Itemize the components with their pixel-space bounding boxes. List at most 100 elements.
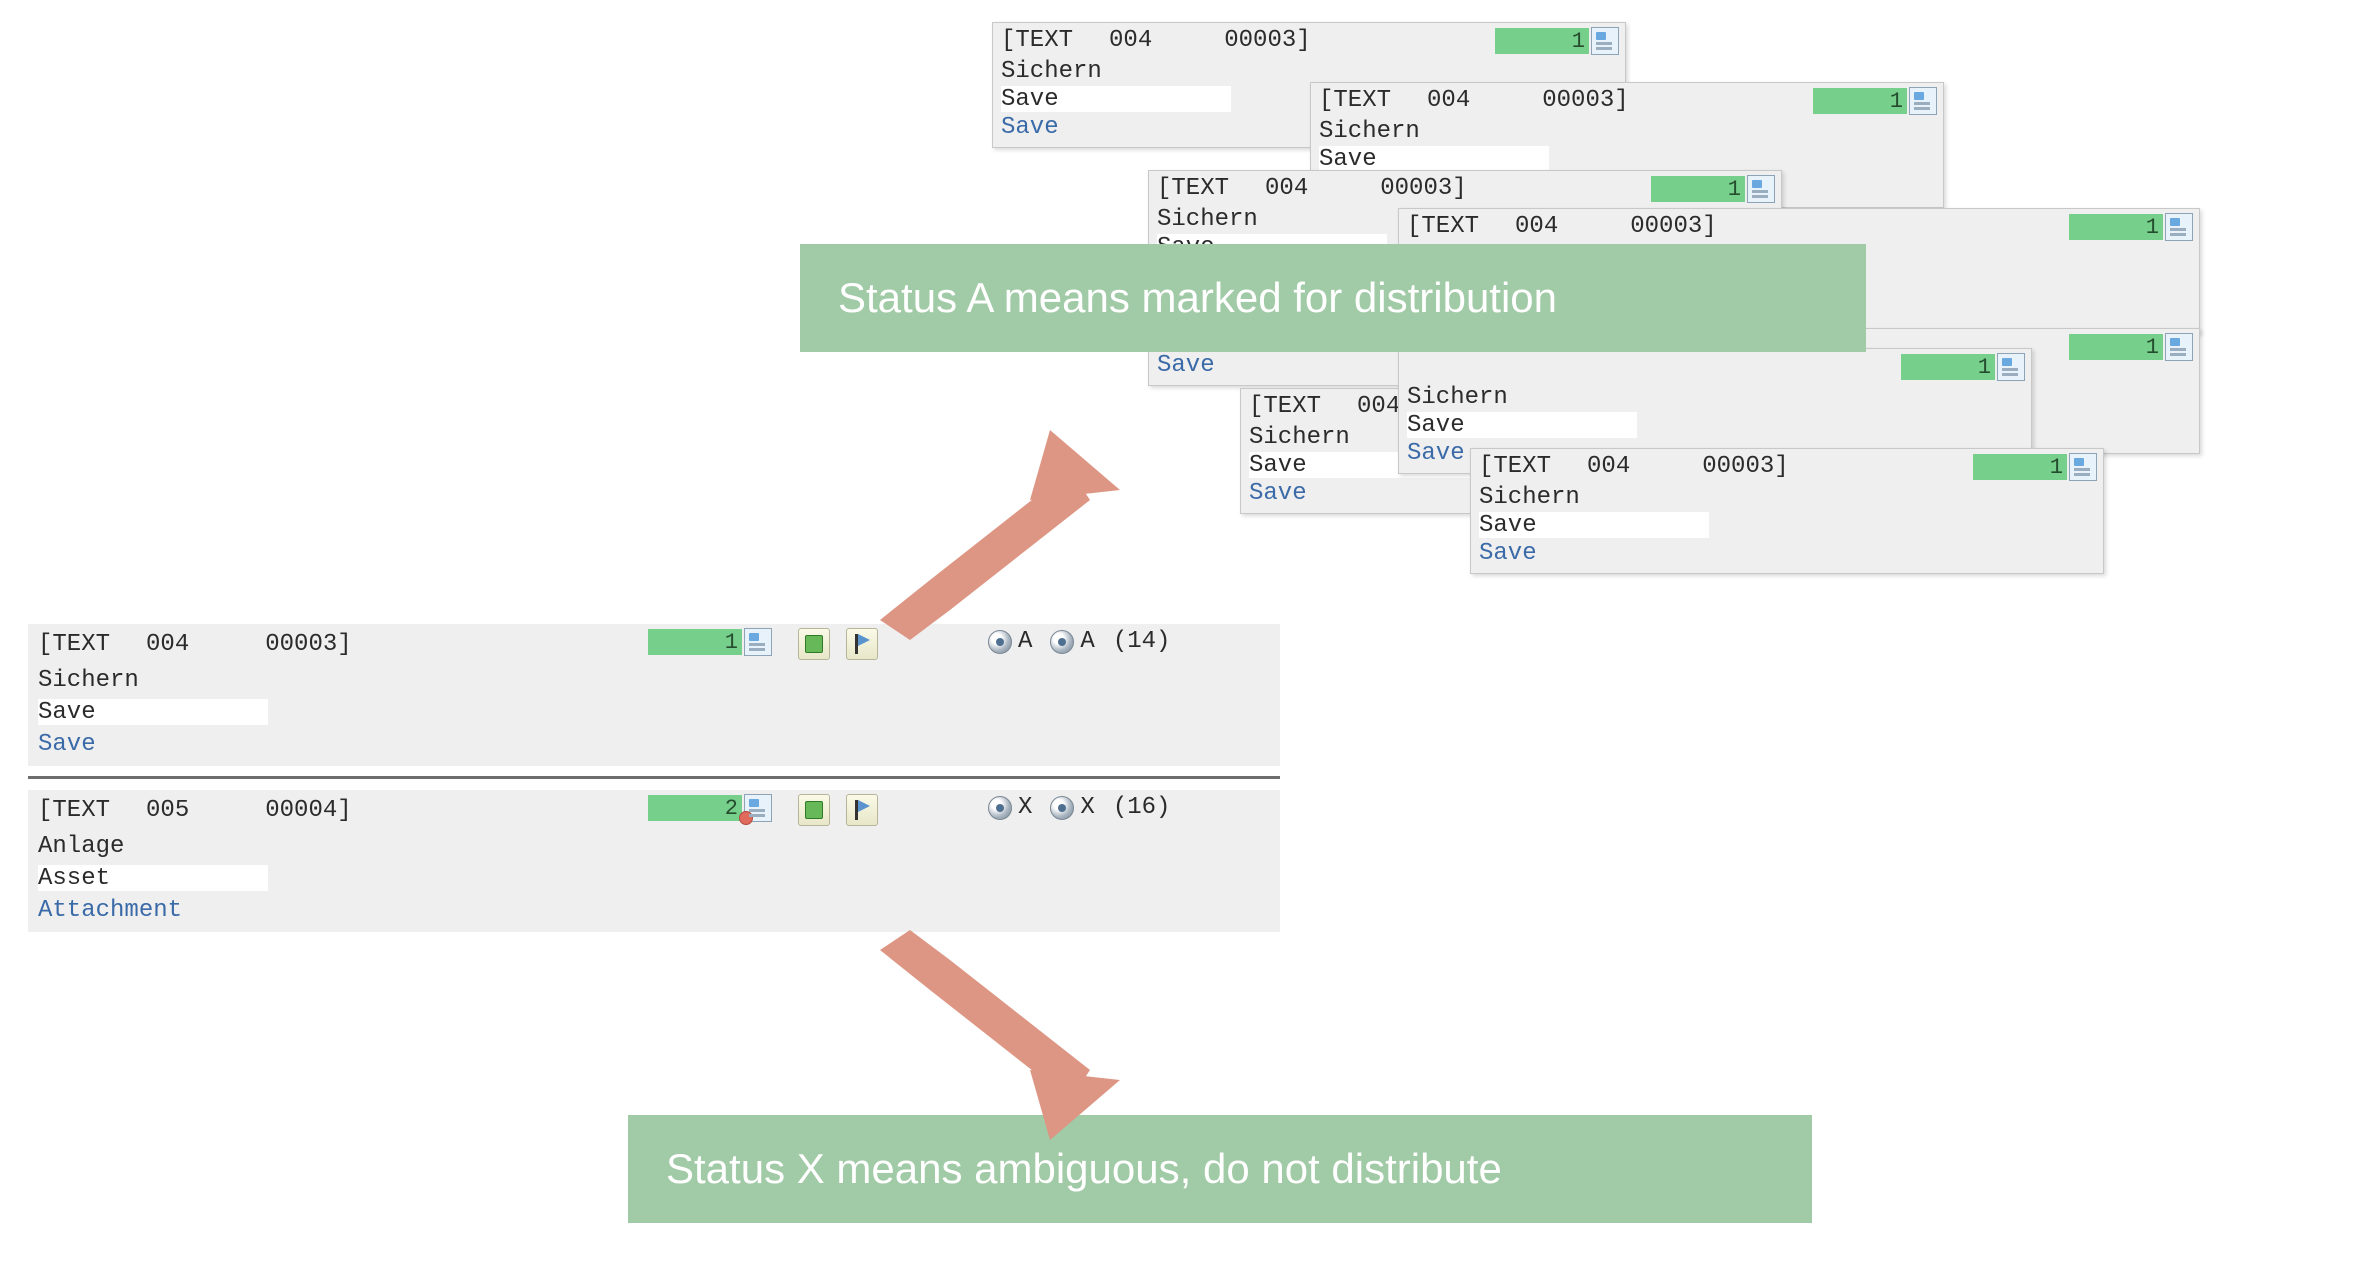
tile-input[interactable]: Save [1479,512,1709,538]
tile-row-en: Save [1319,145,1935,173]
entry-a-block: [TEXT 004 00003] 1 A A (14) Sichern Save… [28,624,1280,766]
entry-x-row-link[interactable]: Attachment [38,894,1270,926]
tile-row-link[interactable]: Save [1479,539,2095,567]
tile-header: [TEXT 004 00003] 1 [993,23,1625,57]
entry-a-row-de: Sichern [38,664,1270,696]
banner-status-a: Status A means marked for distribution [800,244,1866,352]
section-divider [28,776,1280,779]
entry-x-status-group: X X (16) [988,794,1170,821]
tile-row-de: Sichern [1407,383,2023,411]
entry-a-indicator-count: 1 [648,629,742,655]
indicator: 1 [1651,175,1775,203]
entry-a-row-link[interactable]: Save [38,728,1270,760]
tile-input[interactable]: Save [1407,412,1637,438]
tile-header: [TEXT 004 00003] 1 [1471,449,2103,483]
tile-header-col2: 004 [1109,27,1152,54]
entry-x-hdr-col2: 005 [146,797,189,824]
tile-input[interactable]: Save [1319,146,1549,172]
document-icon[interactable] [2165,333,2193,361]
document-icon[interactable] [2165,213,2193,241]
tile-header: [TEXT 004 00003] 1 [1311,83,1943,117]
entry-x-block: [TEXT 005 00004] 2 X X (16) Anlage Asset… [28,790,1280,932]
indicator-count: 1 [2069,334,2163,360]
arrow-down-icon [880,930,1120,1140]
indicator: 1 [1813,87,1937,115]
document-icon[interactable] [2069,453,2097,481]
entry-x-input[interactable]: Asset [38,865,268,891]
tile-header-col1: [TEXT [1479,453,1551,480]
entry-a-toolbar [798,628,878,660]
tile-header-col1: [TEXT [1249,393,1321,420]
status-x-left[interactable]: X [988,794,1032,821]
flag-icon[interactable] [846,794,878,826]
indicator-count: 1 [1813,88,1907,114]
tile-header: [TEXT 004 00003] 1 [1399,209,2199,243]
copy-icon[interactable] [798,628,830,660]
document-icon[interactable] [1591,27,1619,55]
document-icon[interactable] [744,628,772,656]
entry-x-header: [TEXT 005 00004] 2 X X (16) [28,790,1280,830]
entry-x-row-de: Anlage [38,830,1270,862]
tile-header-col3: 00003] [1542,87,1628,114]
tile-header-col2: 004 [1265,175,1308,202]
copy-icon[interactable] [798,794,830,826]
flag-icon[interactable] [846,628,878,660]
entry-x-row-en: Asset [38,862,1270,894]
distribution-tile: [TEXT 004 00003] 1 Sichern Save Save [1470,448,2104,574]
tile-header-col3: 00003] [1630,213,1716,240]
indicator: 1 [2069,333,2193,361]
tile-row-de: Sichern [1001,57,1617,85]
radio-icon [988,796,1012,820]
entry-x-hdr-col1: [TEXT [38,797,110,824]
tile-header: [TEXT 004 00003] 1 [1149,171,1781,205]
entry-a-row-en: Save [38,696,1270,728]
status-x-right-label: X [1080,794,1094,821]
tile-header-col2: 004 [1515,213,1558,240]
entry-a-input[interactable]: Save [38,699,268,725]
distribution-tile: Save [1148,350,1400,386]
tile-row-link[interactable]: Save [1157,351,1391,379]
entry-x-indicator-count: 2 [648,795,742,821]
entry-a-rows: Sichern Save Save [28,664,1280,766]
status-x-right[interactable]: X [1050,794,1094,821]
tile-row-en: Save [1479,511,2095,539]
indicator-count: 1 [1651,176,1745,202]
entry-a-hdr-col1: [TEXT [38,631,110,658]
entry-x-toolbar [798,794,878,826]
indicator-count: 1 [1495,28,1589,54]
banner-status-a-text: Status A means marked for distribution [838,274,1557,322]
entry-a-hdr-col2: 004 [146,631,189,658]
radio-icon [1050,796,1074,820]
tile-header-col1: [TEXT [1157,175,1229,202]
banner-status-x: Status X means ambiguous, do not distrib… [628,1115,1812,1223]
indicator: 1 [2069,213,2193,241]
indicator-count: 1 [1973,454,2067,480]
tile-header-col3: 00003] [1224,27,1310,54]
tile-row-de: Sichern [1479,483,2095,511]
tile-header-col2: 004 [1357,393,1400,420]
indicator-count: 1 [2069,214,2163,240]
document-icon[interactable] [1997,353,2025,381]
alert-badge-icon [739,811,753,825]
banner-status-x-text: Status X means ambiguous, do not distrib… [666,1145,1502,1193]
entry-x-count: (16) [1113,794,1171,821]
entry-a-count: (14) [1113,628,1171,655]
indicator: 1 [1901,353,2025,381]
indicator: 1 [1973,453,2097,481]
tile-row-de: Sichern [1319,117,1935,145]
tile-input[interactable]: Save [1001,86,1231,112]
entry-x-rows: Anlage Asset Attachment [28,830,1280,932]
entry-a-hdr-col3: 00003] [265,631,351,658]
entry-x-indicator: 2 [648,794,772,822]
tile-header-col1: [TEXT [1001,27,1073,54]
document-icon[interactable] [1747,175,1775,203]
tile-header-col3: 00003] [1702,453,1788,480]
entry-x-hdr-col3: 00004] [265,797,351,824]
entry-a-indicator: 1 [648,628,772,656]
document-icon[interactable] [1909,87,1937,115]
tile-header-col2: 004 [1587,453,1630,480]
tile-header-col1: [TEXT [1407,213,1479,240]
tile-header-col3: 00003] [1380,175,1466,202]
indicator-count: 1 [1901,354,1995,380]
document-icon[interactable] [744,794,772,822]
